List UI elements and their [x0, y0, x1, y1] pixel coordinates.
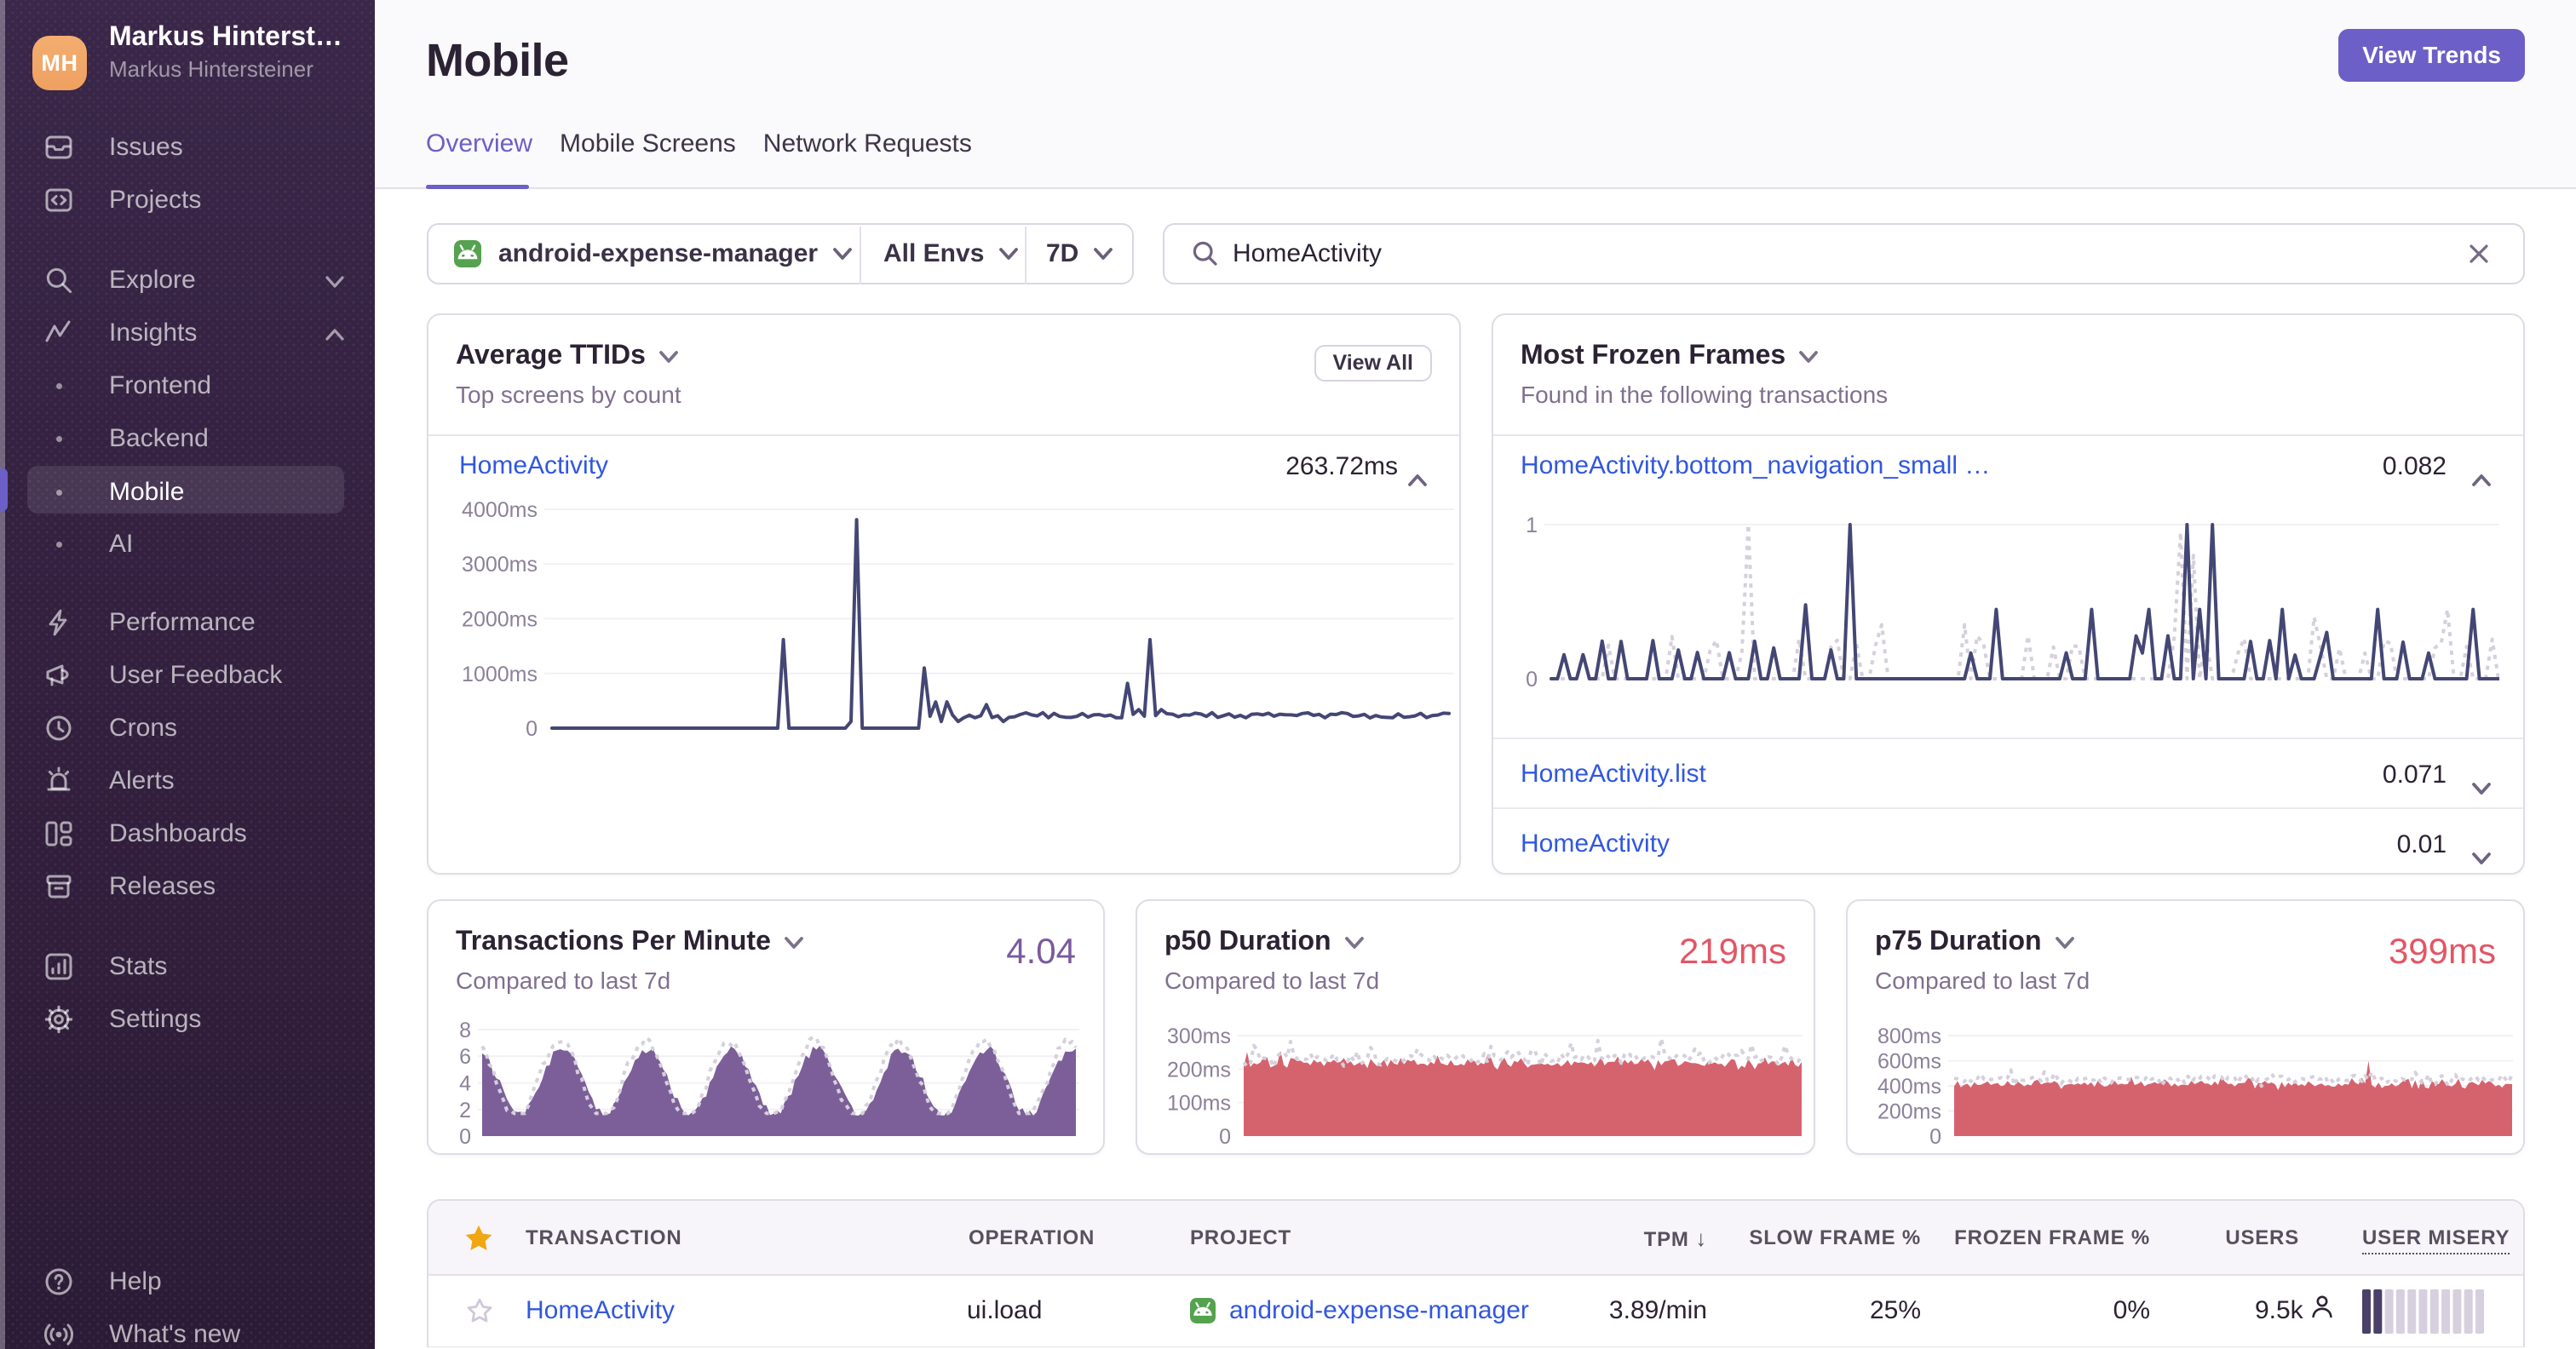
svg-text:600ms: 600ms — [1877, 1049, 1941, 1073]
svg-text:1000ms: 1000ms — [462, 663, 538, 686]
svg-text:0: 0 — [1219, 1125, 1231, 1146]
svg-text:0: 0 — [1526, 668, 1538, 692]
svg-text:100ms: 100ms — [1167, 1092, 1231, 1116]
svg-text:0: 0 — [1929, 1125, 1941, 1146]
svg-text:300ms: 300ms — [1167, 1025, 1231, 1048]
svg-text:400ms: 400ms — [1877, 1075, 1941, 1099]
svg-text:2000ms: 2000ms — [462, 608, 538, 632]
svg-text:8: 8 — [459, 1020, 471, 1042]
svg-text:4000ms: 4000ms — [462, 498, 538, 522]
svg-text:0: 0 — [459, 1125, 471, 1146]
svg-text:800ms: 800ms — [1877, 1025, 1941, 1048]
svg-text:2: 2 — [459, 1099, 471, 1122]
svg-text:6: 6 — [459, 1045, 471, 1069]
svg-text:200ms: 200ms — [1877, 1100, 1941, 1124]
svg-text:4: 4 — [459, 1071, 471, 1095]
svg-text:1: 1 — [1526, 514, 1538, 537]
svg-text:200ms: 200ms — [1167, 1058, 1231, 1082]
svg-text:3000ms: 3000ms — [462, 553, 538, 577]
svg-text:0: 0 — [526, 717, 538, 741]
